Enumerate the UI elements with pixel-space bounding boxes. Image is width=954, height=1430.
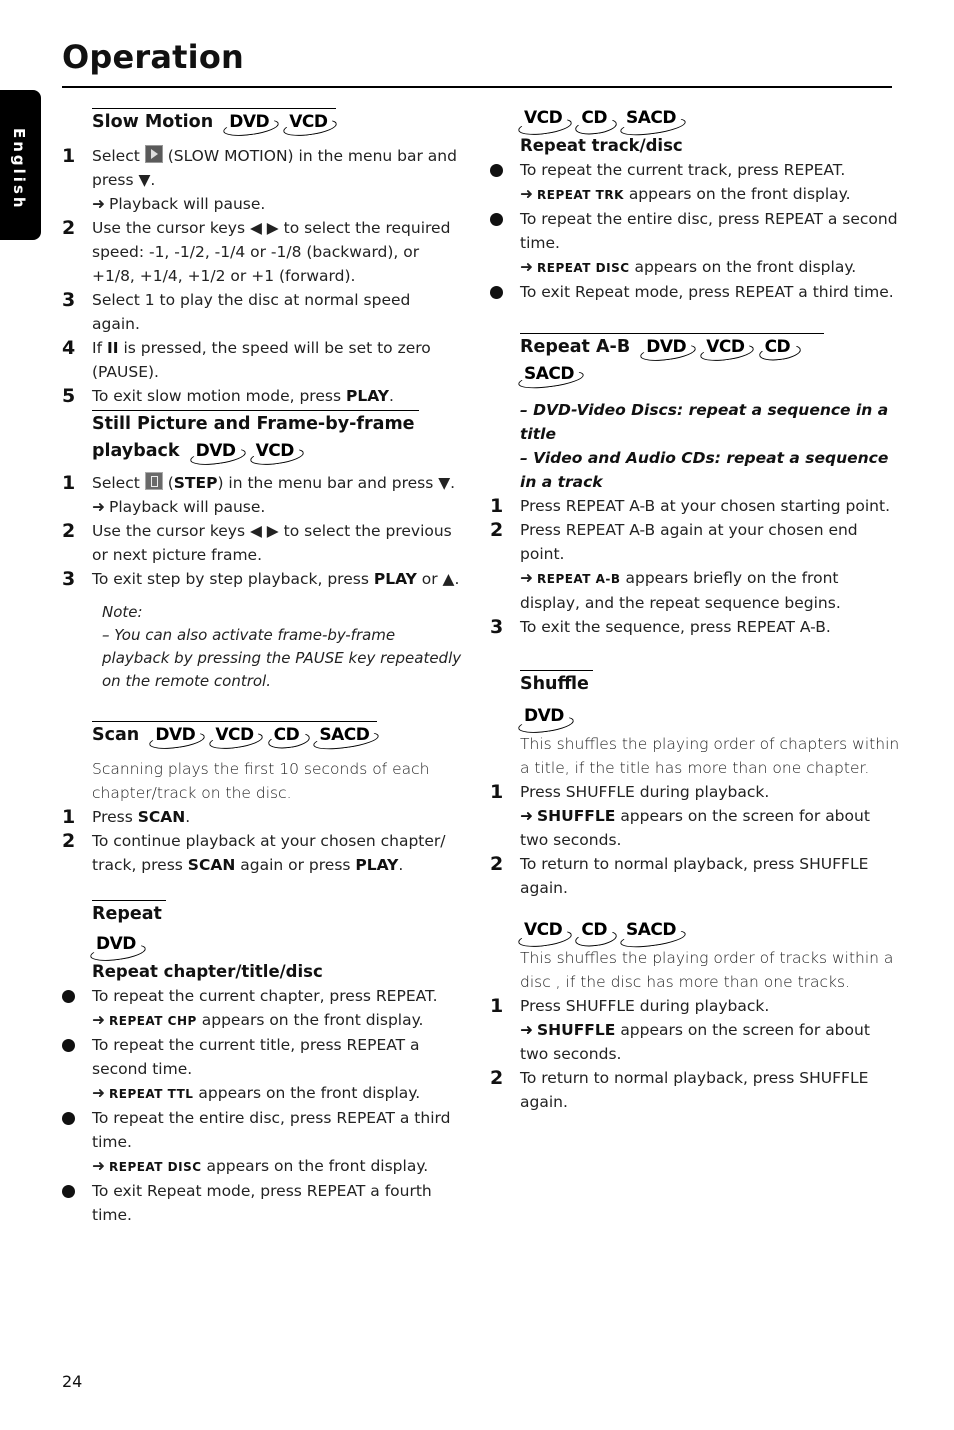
dvd-logo-icon: DVD (188, 438, 247, 468)
shuffle-cd-intro: This shuffles the playing order of track… (520, 949, 894, 991)
vcd-logo-icon: VCD (699, 334, 756, 364)
cd-logo-icon: CD (757, 334, 802, 363)
arrow-icon: ➜ (520, 807, 533, 825)
dvd-logo-icon: DVD (148, 722, 207, 752)
section-repeat-track: VCD CD SACD Repeat track/disc To repeat … (490, 108, 900, 304)
step: 2 To continue playback at your chosen cha… (62, 830, 446, 874)
sacd-logo-icon: SACD (619, 108, 687, 139)
cd-logo-icon: CD (574, 108, 618, 137)
bullet-icon (490, 286, 503, 299)
pause-icon: II (106, 339, 119, 357)
bullet-icon (490, 213, 503, 226)
step: 2 Use the cursor keys ◀ ▶ to select the r… (62, 217, 451, 285)
arrow-icon: ➜ (92, 498, 105, 516)
step: 2 To return to normal playback, press SHU… (490, 1067, 869, 1111)
arrow-icon: ➜ (92, 195, 105, 213)
bullet-item: To repeat the current chapter, press REP… (62, 984, 462, 1033)
step: 5 To exit slow motion mode, press PLAY. (62, 385, 394, 407)
vcd-logo-icon: VCD (282, 109, 339, 139)
sacd-logo-icon: SACD (619, 920, 687, 951)
section-title: Scan DVD VCD CD SACD (92, 721, 381, 753)
section-title: Still Picture and Frame-by-frame playback… (92, 410, 419, 468)
arrow-icon: ➜ (520, 258, 533, 276)
section-title: Repeat A-B DVD VCD CD SACD (517, 333, 824, 392)
language-tab: English (0, 90, 41, 240)
vcd-logo-icon: VCD (517, 108, 574, 138)
section-title: Repeat (92, 900, 166, 928)
section-still-picture: Still Picture and Frame-by-frame playback… (62, 410, 462, 693)
bullet-icon (62, 1185, 75, 1198)
note-text: – You can also activate frame-by-frame p… (102, 626, 462, 690)
bullet-item: To exit Repeat mode, press REPEAT a four… (62, 1179, 462, 1227)
arrow-icon: ➜ (520, 1021, 533, 1039)
bullet-icon (62, 1039, 75, 1052)
subsection-title: Repeat chapter/title/disc (92, 962, 323, 981)
slow-motion-icon (144, 145, 163, 163)
arrow-icon: ➜ (92, 1011, 105, 1029)
step: 3 Select 1 to play the disc at normal spe… (62, 289, 411, 333)
section-title: Shuffle (520, 670, 593, 698)
dvd-logo-icon: DVD (639, 334, 697, 364)
step: 2 Use the cursor keys ◀ ▶ to select the p… (62, 520, 452, 564)
section-title: Slow Motion DVD VCD (92, 108, 339, 139)
note-line: – Video and Audio CDs: repeat a sequence… (520, 449, 889, 491)
step: 1 Press SHUFFLE during playback. ➜ SHUFFLE … (490, 995, 870, 1063)
shuffle-dvd-intro: This shuffles the playing order of chapt… (520, 735, 900, 777)
step-icon (144, 472, 163, 490)
section-scan: Scan DVD VCD CD SACD Scanning plays the … (62, 721, 462, 877)
page-title: Operation (62, 38, 245, 76)
title-rule (62, 86, 892, 88)
step: 2 To return to normal playback, press SHU… (490, 853, 869, 897)
step: 1 Select (STEP) in the menu bar and pres… (62, 472, 456, 516)
arrow-icon: ➜ (92, 1084, 105, 1102)
bullet-item: To exit Repeat mode, press REPEAT a thir… (490, 280, 900, 304)
step: 1 Select (SLOW MOTION) in the menu bar a… (62, 145, 457, 213)
arrow-icon: ➜ (520, 185, 533, 203)
language-label: English (10, 128, 28, 211)
bullet-item: To repeat the entire disc, press REPEAT … (490, 207, 900, 280)
section-shuffle: Shuffle DVD This shuffles the playing or… (490, 670, 900, 1114)
step: 4 If II is pressed, the speed will be set… (62, 337, 431, 381)
cd-logo-icon: CD (574, 920, 618, 949)
arrow-icon: ➜ (520, 569, 533, 587)
arrow-icon: ➜ (92, 1157, 105, 1175)
vcd-logo-icon: VCD (248, 438, 305, 468)
vcd-logo-icon: VCD (517, 920, 574, 950)
sacd-logo-icon: SACD (517, 361, 585, 392)
subsection-title: Repeat track/disc (520, 136, 683, 155)
step: 3 To exit step by step playback, press PL… (62, 568, 460, 590)
step: 1 Press REPEAT A-B at your chosen startin… (490, 495, 891, 517)
bullet-item: To repeat the entire disc, press REPEAT … (62, 1106, 462, 1179)
section-repeat: Repeat DVD Repeat chapter/title/disc To … (62, 900, 462, 1227)
section-slow-motion: Slow Motion DVD VCD 1 Select (SLOW MOTIO… (62, 108, 462, 408)
sacd-logo-icon: SACD (312, 722, 381, 753)
dvd-logo-icon: DVD (89, 934, 147, 964)
dvd-logo-icon: DVD (517, 706, 575, 736)
step: 3 To exit the sequence, press REPEAT A-B. (490, 616, 831, 638)
note-line: – DVD-Video Discs: repeat a sequence in … (520, 401, 889, 443)
section-repeat-ab: Repeat A-B DVD VCD CD SACD – DVD-Video D… (490, 333, 900, 639)
step: 2 Press REPEAT A-B again at your chosen e… (490, 519, 858, 612)
cd-logo-icon: CD (266, 722, 311, 751)
dvd-logo-icon: DVD (222, 109, 280, 139)
bullet-item: To repeat the current track, press REPEA… (490, 158, 900, 207)
vcd-logo-icon: VCD (208, 722, 265, 752)
step: 1 Press SHUFFLE during playback. ➜ SHUFFLE … (490, 781, 870, 849)
page-number: 24 (62, 1372, 83, 1391)
bullet-icon (62, 990, 75, 1003)
scan-intro: Scanning plays the first 10 seconds of e… (92, 760, 430, 802)
note-label: Note: (102, 603, 143, 621)
bullet-item: To repeat the current title, press REPEA… (62, 1033, 462, 1106)
step: 1 Press SCAN. (62, 806, 191, 828)
bullet-icon (62, 1112, 75, 1125)
bullet-icon (490, 164, 503, 177)
